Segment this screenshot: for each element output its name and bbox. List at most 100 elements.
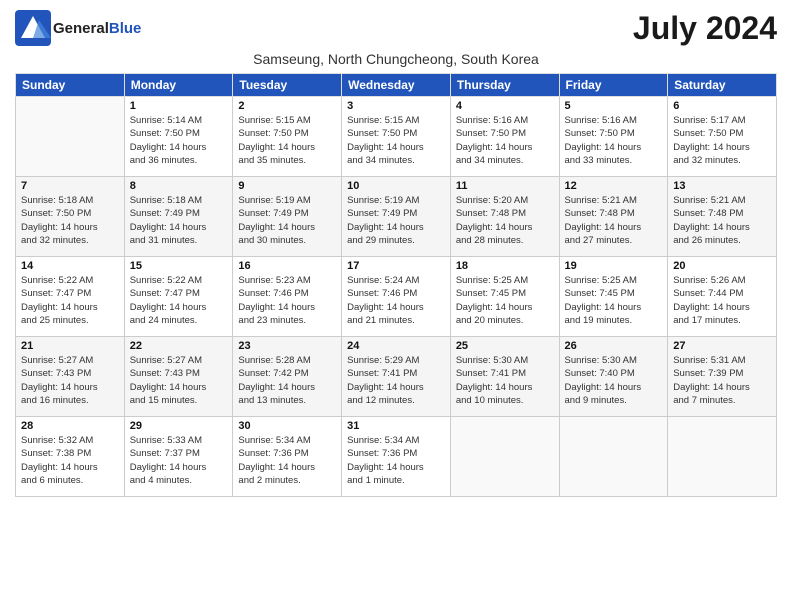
day-number: 9: [238, 180, 336, 192]
table-cell: [668, 417, 777, 497]
day-info: Sunrise: 5:21 AM Sunset: 7:48 PM Dayligh…: [673, 194, 771, 247]
day-info: Sunrise: 5:20 AM Sunset: 7:48 PM Dayligh…: [456, 194, 554, 247]
table-cell: 7 Sunrise: 5:18 AM Sunset: 7:50 PM Daylig…: [16, 177, 125, 257]
day-number: 7: [21, 180, 119, 192]
table-cell: 30 Sunrise: 5:34 AM Sunset: 7:36 PM Dayli…: [233, 417, 342, 497]
table-cell: [16, 97, 125, 177]
day-number: 17: [347, 260, 445, 272]
table-cell: [450, 417, 559, 497]
logo-blue: Blue: [109, 20, 142, 37]
table-cell: [559, 417, 668, 497]
day-number: 16: [238, 260, 336, 272]
day-number: 12: [565, 180, 663, 192]
day-number: 20: [673, 260, 771, 272]
page: General Blue July 2024 Samseung, North C…: [0, 0, 792, 612]
table-cell: 13 Sunrise: 5:21 AM Sunset: 7:48 PM Dayli…: [668, 177, 777, 257]
day-number: 30: [238, 420, 336, 432]
col-wednesday: Wednesday: [342, 74, 451, 97]
day-number: 24: [347, 340, 445, 352]
day-info: Sunrise: 5:18 AM Sunset: 7:50 PM Dayligh…: [21, 194, 119, 247]
table-cell: 17 Sunrise: 5:24 AM Sunset: 7:46 PM Dayli…: [342, 257, 451, 337]
day-info: Sunrise: 5:26 AM Sunset: 7:44 PM Dayligh…: [673, 274, 771, 327]
week-row-1: 1Sunrise: 5:14 AM Sunset: 7:50 PM Daylig…: [16, 97, 777, 177]
table-cell: 24 Sunrise: 5:29 AM Sunset: 7:41 PM Dayli…: [342, 337, 451, 417]
day-info: Sunrise: 5:24 AM Sunset: 7:46 PM Dayligh…: [347, 274, 445, 327]
day-info: Sunrise: 5:19 AM Sunset: 7:49 PM Dayligh…: [347, 194, 445, 247]
table-cell: 18Sunrise: 5:25 AM Sunset: 7:45 PM Dayli…: [450, 257, 559, 337]
day-info: Sunrise: 5:34 AM Sunset: 7:36 PM Dayligh…: [238, 434, 336, 487]
day-info: Sunrise: 5:19 AM Sunset: 7:49 PM Dayligh…: [238, 194, 336, 247]
day-number: 6: [673, 100, 771, 112]
day-number: 8: [130, 180, 228, 192]
day-number: 13: [673, 180, 771, 192]
table-cell: 10 Sunrise: 5:19 AM Sunset: 7:49 PM Dayli…: [342, 177, 451, 257]
day-number: 3: [347, 100, 445, 112]
day-info: Sunrise: 5:34 AM Sunset: 7:36 PM Dayligh…: [347, 434, 445, 487]
table-cell: 31 Sunrise: 5:34 AM Sunset: 7:36 PM Dayli…: [342, 417, 451, 497]
table-cell: 21 Sunrise: 5:27 AM Sunset: 7:43 PM Dayli…: [16, 337, 125, 417]
col-tuesday: Tuesday: [233, 74, 342, 97]
week-row-3: 14Sunrise: 5:22 AM Sunset: 7:47 PM Dayli…: [16, 257, 777, 337]
table-cell: 23 Sunrise: 5:28 AM Sunset: 7:42 PM Dayli…: [233, 337, 342, 417]
day-number: 19: [565, 260, 663, 272]
table-cell: 2Sunrise: 5:15 AM Sunset: 7:50 PM Daylig…: [233, 97, 342, 177]
day-info: Sunrise: 5:25 AM Sunset: 7:45 PM Dayligh…: [565, 274, 663, 327]
day-number: 2: [238, 100, 336, 112]
day-info: Sunrise: 5:17 AM Sunset: 7:50 PM Dayligh…: [673, 114, 771, 167]
day-info: Sunrise: 5:33 AM Sunset: 7:37 PM Dayligh…: [130, 434, 228, 487]
calendar-header-row: Sunday Monday Tuesday Wednesday Thursday…: [16, 74, 777, 97]
table-cell: 25 Sunrise: 5:30 AM Sunset: 7:41 PM Dayli…: [450, 337, 559, 417]
logo-general: General: [53, 20, 109, 37]
day-number: 28: [21, 420, 119, 432]
week-row-4: 21 Sunrise: 5:27 AM Sunset: 7:43 PM Dayli…: [16, 337, 777, 417]
day-number: 27: [673, 340, 771, 352]
day-number: 18: [456, 260, 554, 272]
table-cell: 26 Sunrise: 5:30 AM Sunset: 7:40 PM Dayli…: [559, 337, 668, 417]
day-info: Sunrise: 5:30 AM Sunset: 7:40 PM Dayligh…: [565, 354, 663, 407]
day-info: Sunrise: 5:23 AM Sunset: 7:46 PM Dayligh…: [238, 274, 336, 327]
day-number: 5: [565, 100, 663, 112]
table-cell: 6 Sunrise: 5:17 AM Sunset: 7:50 PM Daylig…: [668, 97, 777, 177]
day-number: 26: [565, 340, 663, 352]
col-friday: Friday: [559, 74, 668, 97]
col-monday: Monday: [124, 74, 233, 97]
table-cell: 29 Sunrise: 5:33 AM Sunset: 7:37 PM Dayli…: [124, 417, 233, 497]
day-info: Sunrise: 5:15 AM Sunset: 7:50 PM Dayligh…: [347, 114, 445, 167]
day-info: Sunrise: 5:28 AM Sunset: 7:42 PM Dayligh…: [238, 354, 336, 407]
day-info: Sunrise: 5:32 AM Sunset: 7:38 PM Dayligh…: [21, 434, 119, 487]
table-cell: 22Sunrise: 5:27 AM Sunset: 7:43 PM Dayli…: [124, 337, 233, 417]
col-thursday: Thursday: [450, 74, 559, 97]
day-info: Sunrise: 5:16 AM Sunset: 7:50 PM Dayligh…: [565, 114, 663, 167]
col-sunday: Sunday: [16, 74, 125, 97]
table-cell: 1Sunrise: 5:14 AM Sunset: 7:50 PM Daylig…: [124, 97, 233, 177]
table-cell: 20 Sunrise: 5:26 AM Sunset: 7:44 PM Dayli…: [668, 257, 777, 337]
day-number: 10: [347, 180, 445, 192]
day-info: Sunrise: 5:18 AM Sunset: 7:49 PM Dayligh…: [130, 194, 228, 247]
subtitle: Samseung, North Chungcheong, South Korea: [15, 51, 777, 67]
col-saturday: Saturday: [668, 74, 777, 97]
day-number: 31: [347, 420, 445, 432]
title-section: July 2024: [633, 10, 777, 47]
day-info: Sunrise: 5:29 AM Sunset: 7:41 PM Dayligh…: [347, 354, 445, 407]
day-number: 11: [456, 180, 554, 192]
day-info: Sunrise: 5:27 AM Sunset: 7:43 PM Dayligh…: [21, 354, 119, 407]
day-info: Sunrise: 5:30 AM Sunset: 7:41 PM Dayligh…: [456, 354, 554, 407]
table-cell: 4Sunrise: 5:16 AM Sunset: 7:50 PM Daylig…: [450, 97, 559, 177]
day-number: 21: [21, 340, 119, 352]
table-cell: 5 Sunrise: 5:16 AM Sunset: 7:50 PM Daylig…: [559, 97, 668, 177]
logo: General Blue: [15, 10, 141, 46]
table-cell: 15Sunrise: 5:22 AM Sunset: 7:47 PM Dayli…: [124, 257, 233, 337]
day-number: 22: [130, 340, 228, 352]
day-info: Sunrise: 5:22 AM Sunset: 7:47 PM Dayligh…: [130, 274, 228, 327]
week-row-5: 28 Sunrise: 5:32 AM Sunset: 7:38 PM Dayli…: [16, 417, 777, 497]
day-number: 29: [130, 420, 228, 432]
table-cell: 19 Sunrise: 5:25 AM Sunset: 7:45 PM Dayli…: [559, 257, 668, 337]
calendar: Sunday Monday Tuesday Wednesday Thursday…: [15, 73, 777, 497]
day-number: 23: [238, 340, 336, 352]
day-number: 4: [456, 100, 554, 112]
table-cell: 9 Sunrise: 5:19 AM Sunset: 7:49 PM Daylig…: [233, 177, 342, 257]
table-cell: 11 Sunrise: 5:20 AM Sunset: 7:48 PM Dayli…: [450, 177, 559, 257]
table-cell: 27Sunrise: 5:31 AM Sunset: 7:39 PM Dayli…: [668, 337, 777, 417]
week-row-2: 7 Sunrise: 5:18 AM Sunset: 7:50 PM Daylig…: [16, 177, 777, 257]
day-number: 25: [456, 340, 554, 352]
